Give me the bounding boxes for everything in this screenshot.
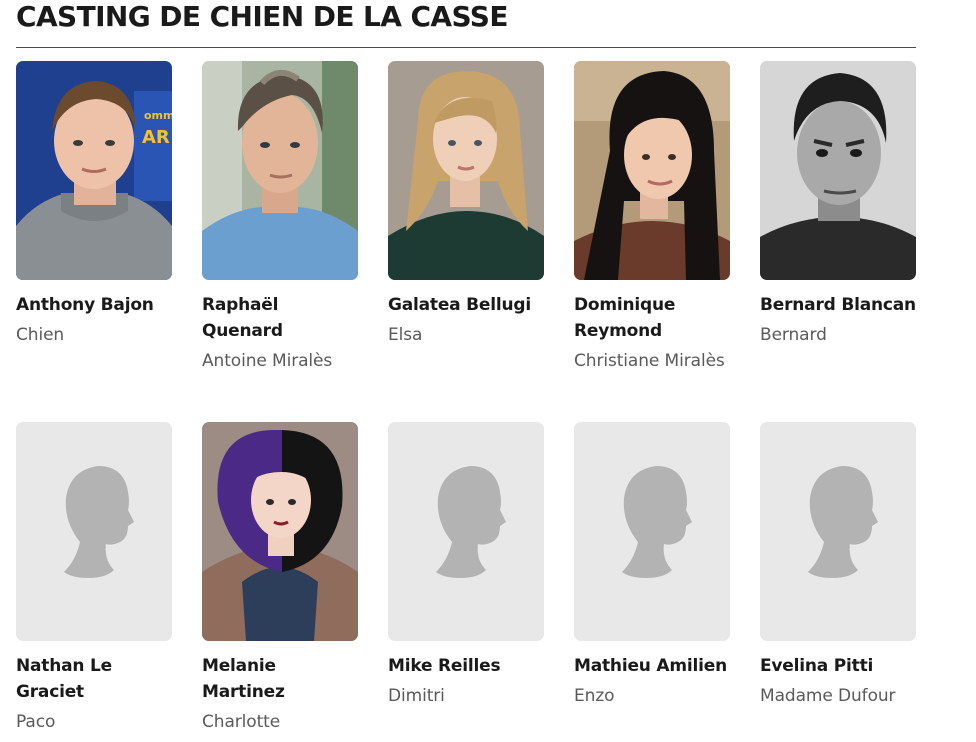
actor-name[interactable]: Anthony Bajon bbox=[16, 292, 172, 318]
actor-photo-placeholder[interactable] bbox=[574, 422, 730, 641]
actor-name[interactable]: Mathieu Amilien bbox=[574, 653, 730, 679]
actor-name[interactable]: Bernard Blancan bbox=[760, 292, 916, 318]
cast-card-mathieu-amilien[interactable]: Mathieu Amilien Enzo bbox=[574, 422, 730, 742]
role-name: Madame Dufour bbox=[760, 686, 896, 706]
cast-card-raphael-quenard[interactable]: Raphaël Quenard Antoine Miralès bbox=[202, 61, 358, 422]
role-name: Chien bbox=[16, 325, 65, 345]
actor-name[interactable]: Evelina Pitti bbox=[760, 653, 916, 679]
svg-text:AR: AR bbox=[142, 127, 170, 148]
cast-card-bernard-blancan[interactable]: Bernard Blancan Bernard bbox=[760, 61, 916, 422]
actor-photo-placeholder[interactable] bbox=[388, 422, 544, 641]
cast-card-dominique-reymond[interactable]: Dominique Reymond Christiane Miralès bbox=[574, 61, 730, 422]
cast-card-melanie-martinez[interactable]: Melanie Martinez Charlotte bbox=[202, 422, 358, 742]
section-title: CASTING DE CHIEN DE LA CASSE bbox=[16, 0, 508, 33]
actor-photo-placeholder[interactable] bbox=[16, 422, 172, 641]
actor-name[interactable]: Dominique Reymond bbox=[574, 292, 730, 344]
actor-name[interactable]: Galatea Bellugi bbox=[388, 292, 544, 318]
cast-card-anthony-bajon[interactable]: omm AR Anthony Bajon Chien bbox=[16, 61, 172, 422]
actor-photo-placeholder[interactable] bbox=[760, 422, 916, 641]
role-name: Charlotte bbox=[202, 712, 281, 732]
actor-name[interactable]: Mike Reilles bbox=[388, 653, 544, 679]
person-silhouette-icon bbox=[388, 422, 544, 641]
person-silhouette-icon bbox=[574, 422, 730, 641]
cast-grid: omm AR Anthony Bajon Chien Raphaël Quena… bbox=[16, 61, 916, 742]
actor-name[interactable]: Melanie Martinez bbox=[202, 653, 358, 705]
role-name: Dimitri bbox=[388, 686, 445, 706]
actor-photo[interactable] bbox=[574, 61, 730, 280]
actor-name[interactable]: Raphaël Quenard bbox=[202, 292, 358, 344]
cast-card-galatea-bellugi[interactable]: Galatea Bellugi Elsa bbox=[388, 61, 544, 422]
person-silhouette-icon bbox=[760, 422, 916, 641]
actor-name[interactable]: Nathan Le Graciet bbox=[16, 653, 172, 705]
actor-photo[interactable] bbox=[760, 61, 916, 280]
cast-card-mike-reilles[interactable]: Mike Reilles Dimitri bbox=[388, 422, 544, 742]
actor-photo[interactable] bbox=[202, 61, 358, 280]
role-name: Enzo bbox=[574, 686, 615, 706]
title-divider bbox=[16, 47, 916, 48]
role-name: Bernard bbox=[760, 325, 827, 345]
person-silhouette-icon bbox=[16, 422, 172, 641]
cast-card-evelina-pitti[interactable]: Evelina Pitti Madame Dufour bbox=[760, 422, 916, 742]
svg-text:omm: omm bbox=[144, 109, 172, 122]
actor-photo[interactable] bbox=[202, 422, 358, 641]
role-name: Paco bbox=[16, 712, 56, 732]
actor-photo[interactable]: omm AR bbox=[16, 61, 172, 280]
role-name: Christiane Miralès bbox=[574, 351, 725, 371]
cast-card-nathan-le-graciet[interactable]: Nathan Le Graciet Paco bbox=[16, 422, 172, 742]
role-name: Antoine Miralès bbox=[202, 351, 333, 371]
actor-photo[interactable] bbox=[388, 61, 544, 280]
role-name: Elsa bbox=[388, 325, 423, 345]
